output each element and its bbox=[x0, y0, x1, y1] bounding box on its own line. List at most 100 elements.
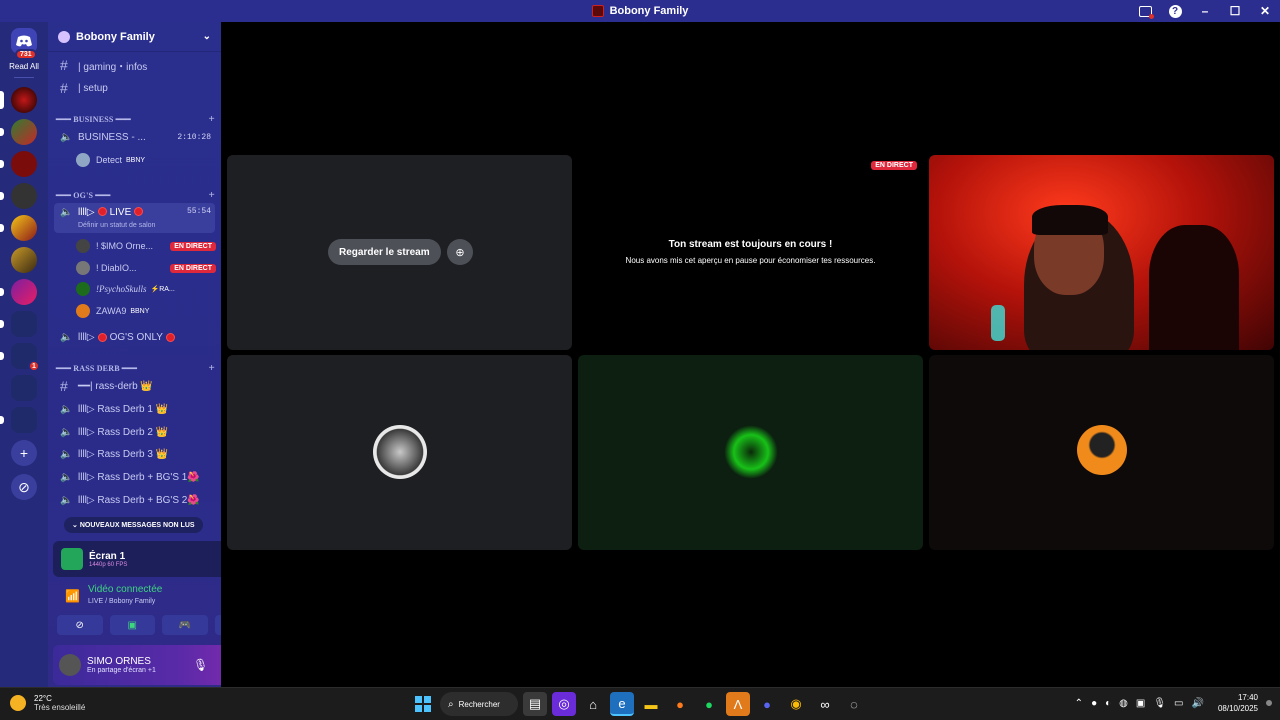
voice-channel-rass-derb-1[interactable]: 🔈 llll▷ Rass Derb 1 👑 bbox=[54, 399, 215, 419]
watch-stream-button[interactable]: Regarder le stream bbox=[328, 239, 441, 265]
edge-icon[interactable]: e bbox=[610, 692, 634, 716]
chevron-up-icon[interactable]: ⌃ bbox=[1075, 698, 1083, 709]
chrome-icon[interactable]: ◉ bbox=[784, 692, 808, 716]
channel-prefix: llll▷ bbox=[78, 207, 95, 218]
category-business[interactable]: ━━━ BUSINESS ━━━ + bbox=[56, 112, 215, 126]
maximize-button[interactable]: ☐ bbox=[1220, 0, 1250, 22]
steam-icon[interactable]: ◐ bbox=[1105, 698, 1111, 709]
voice-channel-name[interactable]: LIVE / Bobony Family bbox=[88, 598, 155, 605]
server-icon-7[interactable] bbox=[0, 279, 37, 305]
voice-channel-rass-derb-3[interactable]: 🔈 llll▷ Rass Derb 3 👑 bbox=[54, 444, 215, 464]
voice-channel-rass-derb-2[interactable]: 🔈 llll▷ Rass Derb 2 👑 bbox=[54, 422, 215, 442]
voice-channel-rass-derb-bgs-2[interactable]: 🔈 llll▷ Rass Derb + BG'S 2🌺 bbox=[54, 490, 215, 510]
speaker-icon: 🔈 bbox=[60, 426, 73, 438]
add-channel-icon[interactable]: + bbox=[209, 113, 215, 125]
camera-tile[interactable] bbox=[929, 155, 1274, 350]
network-icon[interactable]: ▭ bbox=[1174, 698, 1183, 709]
discord-taskbar-icon[interactable]: ● bbox=[755, 692, 779, 716]
server-folder-2[interactable]: 1 bbox=[0, 343, 40, 372]
firefox-icon[interactable]: ● bbox=[668, 692, 692, 716]
speaker-icon: 🔈 bbox=[60, 494, 73, 506]
voice-user-psychoskulls[interactable]: !PsychoSkulls ⚡RA... bbox=[76, 279, 216, 299]
task-view-icon[interactable]: ▤ bbox=[523, 692, 547, 716]
voice-status[interactable]: Vidéo connectée bbox=[88, 584, 162, 595]
discover-button[interactable]: ⊘ bbox=[11, 474, 37, 500]
add-server-button[interactable]: + bbox=[11, 440, 37, 466]
server-folder-4[interactable] bbox=[0, 407, 37, 433]
windows-icon bbox=[415, 696, 431, 712]
app-icon-3[interactable]: Λ bbox=[726, 692, 750, 716]
microphone-tray-icon[interactable]: 🎙 bbox=[1153, 698, 1166, 709]
voice-user-zawa9[interactable]: ZAWA9 BBNY bbox=[76, 301, 216, 321]
app-icon-2[interactable]: ⌂ bbox=[581, 692, 605, 716]
voice-channel-rass-derb-bgs-1[interactable]: 🔈 llll▷ Rass Derb + BG'S 1🌺 bbox=[54, 467, 215, 487]
voice-user-detect[interactable]: Detect BBNY bbox=[76, 150, 216, 170]
channel-label: llll▷ Rass Derb 3 👑 bbox=[78, 448, 169, 460]
volume-icon[interactable]: 🔊 bbox=[1192, 698, 1204, 709]
user-name: SIMO ORNES bbox=[87, 656, 151, 667]
file-explorer-icon[interactable]: ▬ bbox=[639, 692, 663, 716]
notification-icon[interactable] bbox=[1266, 700, 1272, 706]
activities-button[interactable]: 🎮 bbox=[162, 615, 208, 635]
channel-label: llll▷ Rass Derb + BG'S 2🌺 bbox=[78, 494, 200, 506]
participant-tile-1[interactable] bbox=[227, 355, 572, 550]
server-folder-1[interactable] bbox=[0, 311, 37, 337]
avatar bbox=[76, 239, 90, 253]
category-rass-derb[interactable]: ━━━ RASS DERB ━━━ + bbox=[56, 361, 215, 375]
camera-off-icon: ⊘ bbox=[75, 619, 84, 631]
camera-off-button[interactable]: ⊘ bbox=[57, 615, 103, 635]
voice-channel-business[interactable]: 🔈 BUSINESS - ... 2:10:28 bbox=[54, 127, 215, 147]
stream-tile-paused[interactable]: EN DIRECT Ton stream est toujours en cou… bbox=[578, 155, 923, 350]
read-all-button[interactable]: Read All bbox=[9, 62, 39, 71]
voice-user-simo[interactable]: ! $IMO Orne... EN DIRECT bbox=[76, 236, 216, 256]
stream-tile-unwatched[interactable]: Regarder le stream ⊕ bbox=[227, 155, 572, 350]
channel-rass-derb[interactable]: # ━━| rass-derb 👑 bbox=[54, 376, 215, 396]
spotify-icon[interactable]: ● bbox=[697, 692, 721, 716]
clock[interactable]: 17:40 08/10/2025 bbox=[1218, 692, 1258, 714]
camera-feed-hair bbox=[1032, 205, 1108, 235]
server-icon-6[interactable] bbox=[11, 247, 37, 273]
clock-date: 08/10/2025 bbox=[1217, 704, 1258, 713]
app-icon-4[interactable]: ∞ bbox=[813, 692, 837, 716]
screen-share-button[interactable]: ▣ bbox=[109, 615, 155, 635]
guild-header[interactable]: Bobony Family ⌄ bbox=[48, 22, 221, 52]
minimize-button[interactable]: – bbox=[1190, 0, 1220, 22]
direct-messages-button[interactable]: 731 bbox=[11, 28, 37, 60]
inbox-button[interactable] bbox=[1130, 0, 1160, 22]
app-icon-5[interactable]: ◌ bbox=[842, 692, 866, 716]
weather-widget[interactable]: 22°C Très ensoleillé bbox=[10, 694, 85, 712]
live-badge: EN DIRECT bbox=[871, 161, 917, 170]
help-button[interactable]: ? bbox=[1160, 0, 1190, 22]
server-icon-5[interactable] bbox=[0, 215, 37, 241]
microphone-icon[interactable]: 🎙 bbox=[193, 658, 208, 672]
voice-user-diablo[interactable]: ! DiabIO... EN DIRECT bbox=[76, 258, 216, 278]
server-icon-4[interactable] bbox=[0, 183, 37, 209]
compass-icon: ⊘ bbox=[18, 478, 30, 495]
server-icon-2[interactable] bbox=[0, 119, 37, 145]
user-avatar[interactable] bbox=[59, 654, 81, 676]
server-icon-3[interactable] bbox=[0, 151, 37, 177]
search-box[interactable]: ⌕ Rechercher bbox=[440, 692, 518, 716]
app-icon-1[interactable]: ◎ bbox=[552, 692, 576, 716]
voice-channel-ogs-only[interactable]: 🔈 llll▷ OG'S ONLY bbox=[54, 327, 215, 347]
title-bar: Bobony Family ? – ☐ ✕ bbox=[0, 0, 1280, 22]
watch-stream-icon[interactable]: ⊕ bbox=[447, 239, 473, 265]
tray-icon-1[interactable]: ● bbox=[1091, 698, 1097, 709]
tray-icon-3[interactable]: ▣ bbox=[1136, 698, 1145, 709]
help-icon: ? bbox=[1168, 4, 1182, 18]
channel-gaming-infos[interactable]: # | gaming・infos bbox=[54, 55, 215, 75]
participant-tile-2[interactable] bbox=[578, 355, 923, 550]
channel-status-prompt[interactable]: Définir un statut de salon bbox=[78, 222, 155, 229]
server-bobony-family[interactable] bbox=[0, 87, 37, 113]
close-window-button[interactable]: ✕ bbox=[1250, 0, 1280, 22]
speaker-icon: 🔈 bbox=[60, 403, 73, 415]
category-ogs[interactable]: ━━━ OG'S ━━━ + bbox=[56, 188, 215, 202]
add-channel-icon[interactable]: + bbox=[209, 189, 215, 201]
tray-icon-2[interactable]: ◍ bbox=[1119, 698, 1128, 709]
server-folder-3[interactable] bbox=[11, 375, 37, 401]
participant-tile-3[interactable] bbox=[929, 355, 1274, 550]
add-channel-icon[interactable]: + bbox=[209, 362, 215, 374]
start-button[interactable] bbox=[411, 692, 435, 716]
new-messages-banner[interactable]: ⌄ NOUVEAUX MESSAGES NON LUS bbox=[64, 517, 203, 533]
channel-setup[interactable]: # | setup bbox=[54, 78, 215, 98]
